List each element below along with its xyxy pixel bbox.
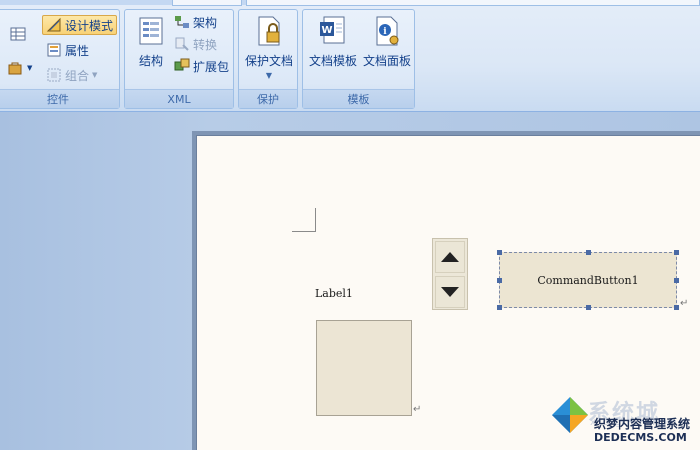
arrow-down-icon — [441, 287, 459, 297]
svg-text:W: W — [321, 25, 332, 36]
ribbon: ▼ 设计模式 属性 组合 ▼ 控件 结构 架构 转换 扩展包 XML 保护文档 … — [0, 0, 700, 112]
lock-document-icon — [254, 14, 284, 48]
design-mode-label: 设计模式 — [65, 18, 114, 33]
schema-button[interactable]: 架构 — [171, 12, 220, 32]
watermark: 系统城 xitongcheng.com 织梦内容管理系统 DEDECMS.COM — [548, 393, 700, 450]
expansion-pack-label: 扩展包 — [193, 59, 230, 74]
design-mode-button[interactable]: 设计模式 — [42, 15, 118, 35]
watermark-logo-icon — [552, 397, 588, 433]
resize-handle[interactable] — [674, 278, 679, 283]
watermark-line-2: DEDECMS.COM — [594, 431, 687, 444]
arrow-up-icon — [441, 252, 459, 262]
grid-icon — [10, 26, 26, 42]
document-panel-label: 文档面板 — [362, 54, 411, 68]
legacy-tools-button[interactable]: ▼ — [5, 58, 35, 78]
ruler-triangle-icon — [46, 17, 62, 33]
properties-label: 属性 — [65, 43, 90, 58]
group-label: 组合 — [65, 68, 90, 83]
resize-handle[interactable] — [497, 305, 502, 310]
resize-handle[interactable] — [497, 250, 502, 255]
ribbon-tab-edge — [246, 0, 700, 6]
templates-group: W 文档模板 i 文档面板 模板 — [302, 9, 415, 109]
image-control[interactable] — [316, 320, 412, 416]
command-button-control[interactable]: CommandButton1 — [497, 250, 679, 310]
templates-group-label: 模板 — [303, 89, 414, 108]
paragraph-mark: ↵ — [413, 404, 422, 415]
group-button[interactable]: 组合 ▼ — [43, 65, 100, 85]
watermark-line-1: 织梦内容管理系统 — [594, 417, 691, 431]
schema-label: 架构 — [193, 15, 218, 30]
resize-handle[interactable] — [586, 250, 591, 255]
transform-button[interactable]: 转换 — [171, 34, 220, 54]
protect-group-label: 保护 — [239, 89, 297, 108]
spin-up-button[interactable] — [435, 241, 465, 273]
document-panel-button[interactable]: i 文档面板 — [361, 14, 413, 84]
resize-handle[interactable] — [674, 305, 679, 310]
structure-label: 结构 — [138, 54, 163, 68]
margin-corner-mark — [292, 208, 316, 232]
spin-button-control[interactable] — [432, 238, 468, 310]
protect-group: 保护文档 ▼ 保护 — [238, 9, 298, 109]
transform-label: 转换 — [193, 37, 218, 52]
paragraph-mark: ↵ — [680, 298, 689, 309]
command-button-label: CommandButton1 — [537, 273, 639, 287]
structure-icon — [136, 14, 166, 48]
transform-icon — [174, 36, 190, 52]
spin-down-button[interactable] — [435, 276, 465, 308]
chevron-down-icon: ▼ — [265, 71, 273, 80]
schema-icon — [174, 14, 190, 30]
protect-document-button[interactable]: 保护文档 ▼ — [242, 14, 296, 84]
word-template-icon: W — [318, 14, 348, 48]
controls-group-label: 控件 — [0, 89, 119, 108]
protect-document-label: 保护文档 — [244, 54, 293, 68]
properties-button[interactable]: 属性 — [43, 40, 92, 60]
expansion-pack-button[interactable]: 扩展包 — [171, 56, 232, 76]
resize-handle[interactable] — [586, 305, 591, 310]
expansion-pack-icon — [174, 58, 190, 74]
label-control[interactable]: Label1 — [315, 287, 353, 300]
resize-handle[interactable] — [674, 250, 679, 255]
control-gallery-button[interactable] — [7, 24, 29, 44]
structure-button[interactable]: 结构 — [125, 14, 177, 84]
toolbox-icon — [8, 60, 24, 76]
info-document-icon: i — [372, 14, 402, 48]
chevron-down-icon: ▼ — [92, 71, 98, 79]
ribbon-tab-edge — [172, 0, 242, 6]
xml-group: 结构 架构 转换 扩展包 XML — [124, 9, 234, 109]
svg-text:i: i — [383, 27, 387, 37]
controls-group: ▼ 设计模式 属性 组合 ▼ 控件 — [0, 9, 120, 109]
resize-handle[interactable] — [497, 278, 502, 283]
xml-group-label: XML — [125, 89, 233, 108]
document-template-label: 文档模板 — [308, 54, 357, 68]
document-template-button[interactable]: W 文档模板 — [307, 14, 359, 84]
properties-icon — [46, 42, 62, 58]
group-icon — [46, 67, 62, 83]
chevron-down-icon: ▼ — [27, 64, 33, 72]
